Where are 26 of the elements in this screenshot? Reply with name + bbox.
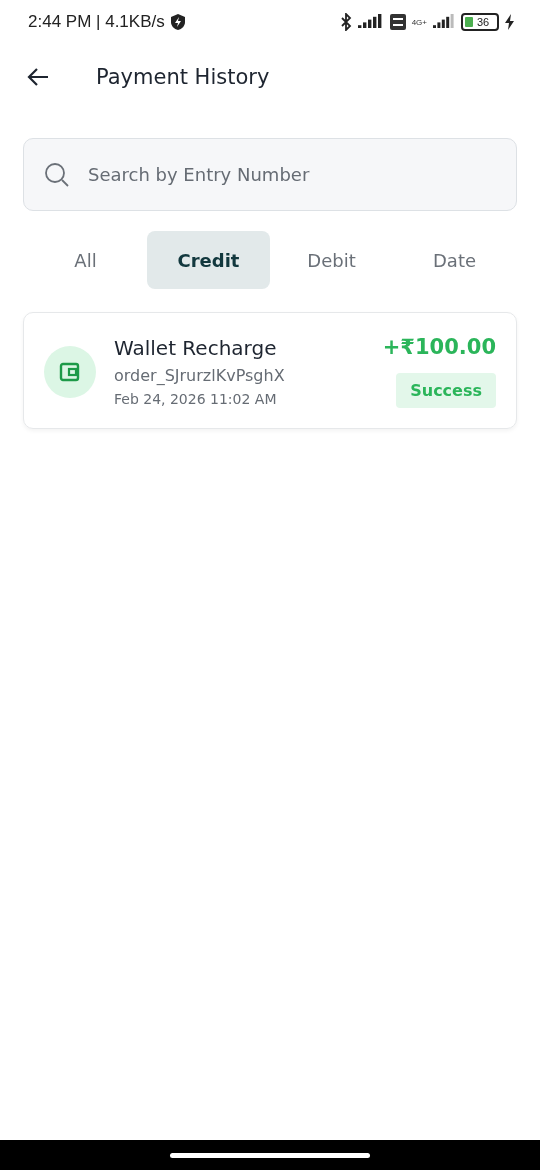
- bluetooth-icon: [339, 13, 352, 31]
- signal-icon: [433, 14, 455, 30]
- transaction-title: Wallet Recharge: [114, 336, 278, 360]
- filter-tab[interactable]: Date: [393, 231, 516, 289]
- transaction-amount: +₹100.00: [382, 335, 496, 359]
- transaction-date: Feb 24, 2026 11:02 AM: [114, 391, 278, 407]
- status-time: 2:44 PM | 4.1KB/s: [28, 12, 165, 32]
- volte-icon: [389, 14, 406, 30]
- shield-icon: [170, 14, 185, 30]
- signal-icon: [357, 14, 384, 30]
- filter-tab[interactable]: Debit: [270, 231, 393, 289]
- search-field[interactable]: Search by Entry Number: [86, 163, 496, 186]
- back-icon[interactable]: [26, 67, 50, 87]
- transaction-card[interactable]: Wallet Recharge order_SJrurzlKvPsghX Feb 24, 2026 11:02 AM +₹100.00 Success: [23, 312, 517, 429]
- order-id: order_SJrurzlKvPsghX: [114, 366, 286, 385]
- charging-icon: [505, 14, 514, 30]
- filter-tab[interactable]: All: [24, 231, 147, 289]
- network-type: 4G+: [411, 17, 427, 27]
- home-indicator[interactable]: [170, 1152, 370, 1158]
- page-title: Payment History: [96, 65, 270, 89]
- battery-icon: 36: [461, 13, 499, 31]
- wallet-icon: [44, 345, 96, 398]
- search-bar[interactable]: Search by Entry Number: [23, 138, 517, 211]
- filter-tab[interactable]: Credit: [147, 231, 270, 289]
- status-badge: Success: [396, 373, 496, 408]
- search-icon: [44, 161, 70, 188]
